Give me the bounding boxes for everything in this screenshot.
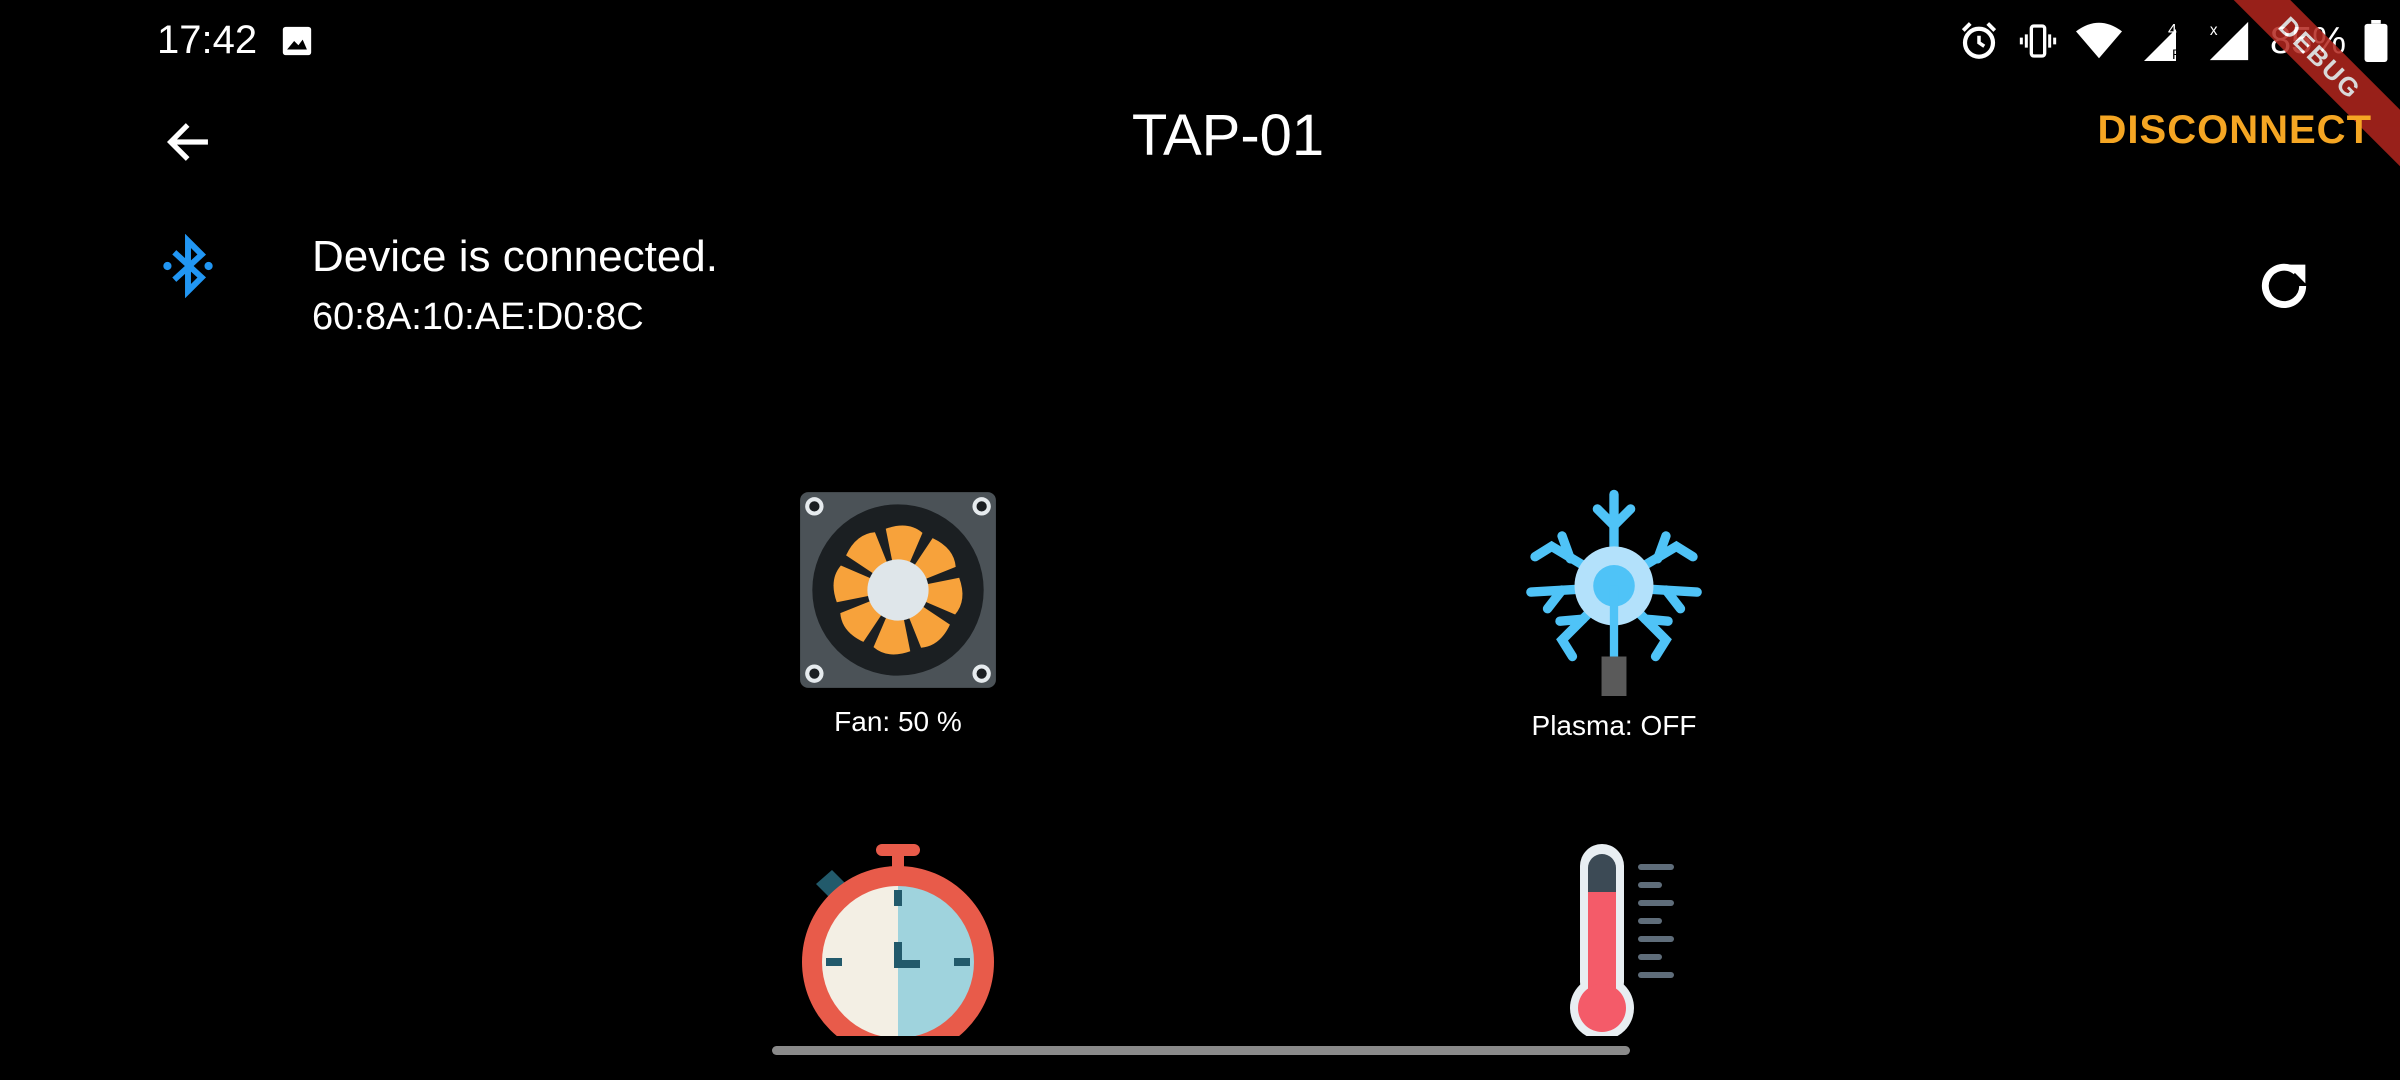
page-title: TAP-01 — [1131, 103, 1325, 168]
disconnect-button[interactable]: DISCONNECT — [2098, 108, 2372, 153]
image-icon — [282, 26, 312, 56]
fan-label: Fan: 50 % — [834, 706, 962, 737]
app-screen: 17:42 4 R x 85% DEBUG — [0, 0, 2400, 1080]
plasma-icon — [1526, 489, 1702, 696]
temperature-tile[interactable] — [1494, 842, 1734, 1036]
device-status-text: Device is connected. — [312, 232, 718, 281]
refresh-icon — [2261, 263, 2307, 308]
plasma-tile[interactable]: Plasma: OFF — [1494, 484, 1734, 742]
status-time: 17:42 — [157, 18, 258, 62]
alarm-icon — [1961, 22, 1997, 59]
home-indicator[interactable] — [772, 1046, 1630, 1055]
svg-text:x: x — [2210, 22, 2218, 39]
svg-text:4: 4 — [2168, 22, 2177, 39]
fan-tile[interactable]: Fan: 50 % — [778, 488, 1018, 738]
cell-signal-roaming-icon: 4 R — [2144, 22, 2182, 62]
timer-tile[interactable] — [778, 842, 1018, 1036]
svg-text:R: R — [2172, 46, 2182, 62]
wifi-icon — [2076, 22, 2122, 59]
battery-icon — [2364, 20, 2388, 62]
fan-icon — [800, 492, 996, 688]
cell-signal-icon: x — [2209, 21, 2249, 61]
refresh-button[interactable] — [2252, 254, 2316, 330]
stopwatch-icon — [802, 844, 994, 1036]
device-mac-address: 60:8A:10:AE:D0:8C — [312, 296, 644, 338]
plasma-label: Plasma: OFF — [1531, 710, 1697, 741]
thermometer-icon — [1570, 844, 1674, 1036]
bluetooth-connected-icon — [163, 234, 213, 298]
vibrate-icon — [2019, 24, 2057, 58]
